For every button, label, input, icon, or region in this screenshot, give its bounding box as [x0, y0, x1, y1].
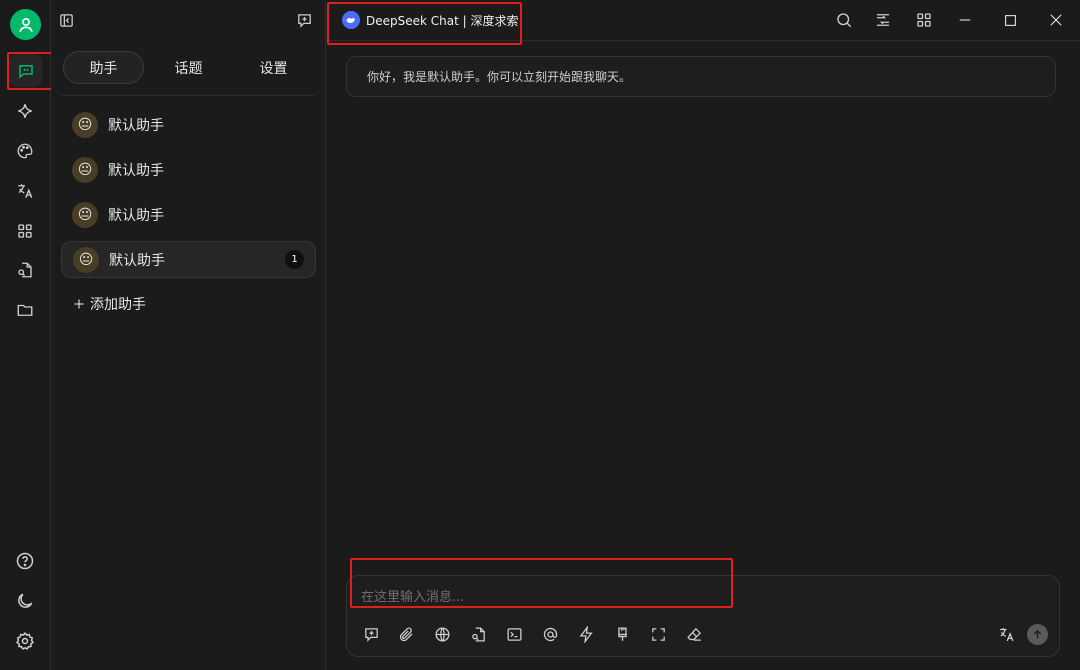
tab-assistants[interactable]: 助手	[63, 51, 144, 84]
topic-count-badge: 1	[285, 250, 304, 269]
emoji-icon: 😐	[72, 201, 98, 228]
collapse-sidebar-icon[interactable]	[56, 10, 76, 30]
emoji-icon: 😐	[73, 246, 99, 273]
translate-icon[interactable]	[996, 624, 1016, 644]
paint-brush-icon[interactable]	[612, 624, 632, 644]
mention-icon[interactable]	[540, 624, 560, 644]
chat-icon[interactable]	[9, 54, 42, 87]
assistant-item[interactable]: 😐 默认助手	[61, 196, 316, 233]
model-selector[interactable]: DeepSeek Chat | 深度求索	[342, 10, 519, 30]
layout-toggle-icon[interactable]	[873, 10, 893, 30]
plus-icon	[73, 298, 85, 310]
add-assistant-label: 添加助手	[90, 297, 146, 313]
assistant-emoji: 😐	[77, 161, 93, 178]
message-input[interactable]	[361, 586, 961, 608]
new-topic-icon[interactable]	[361, 624, 381, 644]
fullscreen-icon[interactable]	[648, 624, 668, 644]
file-search-icon[interactable]	[13, 258, 37, 282]
knowledge-icon[interactable]	[468, 624, 488, 644]
settings-icon[interactable]	[13, 629, 37, 653]
eraser-icon[interactable]	[684, 624, 704, 644]
assistant-item-selected[interactable]: 😐 默认助手 1	[61, 241, 316, 278]
folder-icon[interactable]	[13, 298, 37, 322]
lightning-icon[interactable]	[576, 624, 596, 644]
icon-rail	[0, 0, 53, 670]
palette-icon[interactable]	[13, 139, 37, 163]
apps-grid-icon[interactable]	[13, 219, 37, 243]
search-icon[interactable]	[834, 10, 854, 30]
assistant-item[interactable]: 😐 默认助手	[61, 106, 316, 143]
deepseek-logo-icon	[342, 11, 360, 29]
send-button[interactable]	[1027, 624, 1048, 645]
chat-header: DeepSeek Chat | 深度求索	[326, 0, 1080, 45]
close-icon[interactable]	[1046, 10, 1066, 30]
message-composer	[346, 575, 1060, 657]
tab-topics[interactable]: 话题	[148, 51, 229, 84]
assistant-emoji: 😐	[77, 206, 93, 223]
terminal-icon[interactable]	[504, 624, 524, 644]
translate-icon[interactable]	[13, 179, 37, 203]
user-avatar-icon[interactable]	[10, 9, 41, 40]
assistant-emoji: 😐	[78, 251, 94, 268]
maximize-icon[interactable]	[1000, 10, 1020, 30]
assistant-name: 默认助手	[108, 162, 164, 179]
attachment-icon[interactable]	[396, 624, 416, 644]
apps-grid-icon[interactable]	[914, 10, 934, 30]
tab-settings[interactable]: 设置	[233, 51, 314, 84]
assistants-panel: 助手 话题 设置 😐 默认助手 😐 默认助手 😐 默认助手 😐 默认助手 1 添…	[51, 0, 326, 670]
chat-area: DeepSeek Chat | 深度求索 你好，我是默认助手。你可以立刻开始跟我…	[326, 0, 1080, 670]
arrow-up-icon	[1033, 629, 1042, 639]
emoji-icon: 😐	[72, 111, 98, 138]
web-search-icon[interactable]	[432, 624, 452, 644]
help-icon[interactable]	[13, 549, 37, 573]
emoji-icon: 😐	[72, 156, 98, 183]
assistant-emoji: 😐	[77, 116, 93, 133]
add-assistant-button[interactable]: 添加助手	[73, 293, 146, 315]
minimize-icon[interactable]	[955, 10, 975, 30]
app-window: 助手 话题 设置 😐 默认助手 😐 默认助手 😐 默认助手 😐 默认助手 1 添…	[0, 0, 1080, 670]
new-topic-icon[interactable]	[294, 10, 314, 30]
assistant-message: 你好，我是默认助手。你可以立刻开始跟我聊天。	[346, 56, 1056, 97]
moon-icon[interactable]	[13, 589, 37, 613]
assistant-name: 默认助手	[108, 117, 164, 134]
model-name: DeepSeek Chat | 深度求索	[366, 13, 519, 28]
assistant-name: 默认助手	[109, 252, 165, 269]
assistant-name: 默认助手	[108, 207, 164, 224]
assistant-item[interactable]: 😐 默认助手	[61, 151, 316, 188]
sparkle-icon[interactable]	[13, 99, 37, 123]
panel-tabs: 助手 话题 设置	[61, 48, 315, 96]
